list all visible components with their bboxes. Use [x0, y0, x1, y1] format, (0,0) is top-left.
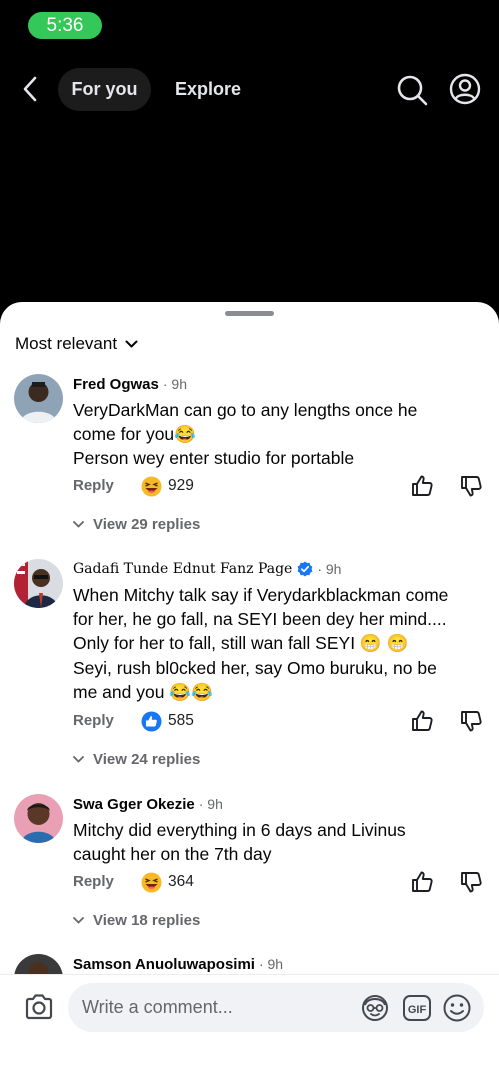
- comment-line: Only for her to fall, still wan fall SEY…: [73, 633, 409, 654]
- avatar[interactable]: [14, 559, 63, 608]
- thumbs-down-icon: [461, 711, 482, 732]
- avatar[interactable]: [14, 374, 63, 423]
- search-icon: [397, 75, 428, 106]
- emoji-button[interactable]: [442, 993, 472, 1023]
- back-chevron-icon: [23, 76, 37, 102]
- comment-author[interactable]: Swa Gger Okezie: [73, 796, 195, 813]
- reaction-count: 585: [168, 712, 194, 729]
- thumbs-down-icon: [461, 476, 482, 497]
- sort-dropdown[interactable]: Most relevant: [15, 332, 138, 356]
- comment-actions: Reply 585: [73, 709, 488, 733]
- sheet-drag-handle[interactable]: [225, 311, 274, 316]
- reaction-summary[interactable]: 364: [141, 870, 194, 894]
- reaction-count: 364: [168, 873, 194, 890]
- view-replies-label: View 29 replies: [93, 515, 201, 533]
- thumbs-up-icon: [412, 475, 433, 496]
- view-replies-label: View 18 replies: [93, 911, 201, 929]
- like-reaction-icon: [141, 711, 162, 731]
- tab-explore[interactable]: Explore: [175, 68, 241, 111]
- thumbs-down-icon: [461, 872, 482, 893]
- comment-composer: Write a comment... GIF: [0, 974, 499, 1080]
- avatar[interactable]: [14, 954, 63, 974]
- comment-header: Swa Gger Okezie · 9h: [73, 794, 223, 814]
- comment-time: · 9h: [317, 561, 342, 577]
- comment-line: come for you😂: [73, 424, 196, 445]
- verified-badge-icon: [297, 561, 313, 577]
- comment-line: caught her on the 7th day: [73, 844, 272, 865]
- comment-line: VeryDarkMan can go to any lengths once h…: [73, 400, 418, 420]
- camera-button[interactable]: [23, 991, 55, 1023]
- top-navigation-bar: For you Explore: [0, 66, 499, 112]
- profile-button[interactable]: [449, 73, 481, 105]
- reaction-summary[interactable]: 585: [141, 709, 194, 733]
- upvote-button[interactable]: [410, 474, 434, 498]
- comment-header: Gadafi Tunde Ednut Fanz Page · 9h: [73, 559, 341, 579]
- downvote-button[interactable]: [459, 709, 483, 733]
- view-replies-label: View 24 replies: [93, 750, 201, 768]
- downvote-button[interactable]: [459, 870, 483, 894]
- comment-time: · 9h: [162, 376, 187, 392]
- comment-line: for her, he go fall, na SEYI been dey he…: [73, 609, 447, 630]
- laughing-emoji-icon: [141, 872, 162, 892]
- avatar-sticker-button[interactable]: [360, 993, 390, 1023]
- status-time-pill: 5:36: [28, 12, 102, 39]
- thumbs-up-icon: [412, 710, 433, 731]
- comment-actions: Reply 929: [73, 474, 488, 498]
- comment-author[interactable]: Fred Ogwas: [73, 376, 159, 393]
- search-button[interactable]: [396, 74, 428, 106]
- gif-label: GIF: [408, 1004, 427, 1016]
- back-button[interactable]: [16, 74, 44, 104]
- view-replies-button[interactable]: View 18 replies: [73, 910, 200, 930]
- view-replies-button[interactable]: View 24 replies: [73, 749, 200, 769]
- chevron-down-icon: [73, 755, 84, 763]
- comment-header: Samson Anuoluwaposimi · 9h: [73, 954, 283, 974]
- gif-icon: GIF: [403, 995, 431, 1021]
- reply-button[interactable]: Reply: [73, 709, 114, 733]
- laughing-emoji-icon: [141, 476, 162, 496]
- comment-text: Mitchy did everything in 6 days and Livi…: [73, 818, 488, 866]
- view-replies-button[interactable]: View 29 replies: [73, 514, 200, 534]
- comment-author[interactable]: Samson Anuoluwaposimi: [73, 956, 255, 973]
- comment-line: When Mitchy talk say if Verydarkblackman…: [73, 585, 449, 605]
- reaction-count: 929: [168, 477, 194, 494]
- comment-line: me and you 😂😂: [73, 681, 213, 702]
- thumbs-up-icon: [412, 871, 433, 892]
- comment-actions: Reply 364: [73, 870, 488, 894]
- comment-line: Seyi, rush bl0cked her, say Omo buruku, …: [73, 657, 437, 678]
- reply-button[interactable]: Reply: [73, 870, 114, 894]
- reply-button[interactable]: Reply: [73, 474, 114, 498]
- comment-time: · 9h: [258, 956, 284, 972]
- comment-line: Person wey enter studio for portable: [73, 448, 355, 469]
- profile-icon: [449, 73, 481, 105]
- camera-icon: [25, 994, 53, 1020]
- sort-label: Most relevant: [15, 334, 118, 353]
- comment-text: VeryDarkMan can go to any lengths once h…: [73, 398, 488, 471]
- chevron-down-icon: [73, 916, 84, 924]
- comment-author[interactable]: Gadafi Tunde Ednut Fanz Page: [73, 561, 292, 577]
- comments-sheet: Most relevant Fred Ogwas · 9h VeryDarkMa: [0, 302, 499, 1080]
- reaction-summary[interactable]: 929: [141, 474, 194, 498]
- comment-input[interactable]: Write a comment... GIF: [68, 983, 484, 1032]
- comment-text: When Mitchy talk say if Verydarkblackman…: [73, 583, 488, 704]
- downvote-button[interactable]: [459, 474, 483, 498]
- chevron-down-icon: [125, 340, 138, 347]
- comments-list[interactable]: Most relevant Fred Ogwas · 9h VeryDarkMa: [0, 302, 499, 974]
- comment-line: Mitchy did everything in 6 days and Livi…: [73, 820, 406, 840]
- avatar[interactable]: [14, 794, 63, 843]
- chevron-down-icon: [73, 520, 84, 528]
- emoji-icon: [443, 994, 471, 1022]
- upvote-button[interactable]: [410, 709, 434, 733]
- gif-button[interactable]: GIF: [402, 994, 432, 1022]
- avatar-sticker-icon: [362, 995, 388, 1021]
- comment-input-placeholder: Write a comment...: [82, 997, 233, 1017]
- comment-header: Fred Ogwas · 9h: [73, 374, 187, 394]
- comment-time: · 9h: [198, 796, 223, 812]
- upvote-button[interactable]: [410, 870, 434, 894]
- tab-for-you[interactable]: For you: [58, 68, 151, 111]
